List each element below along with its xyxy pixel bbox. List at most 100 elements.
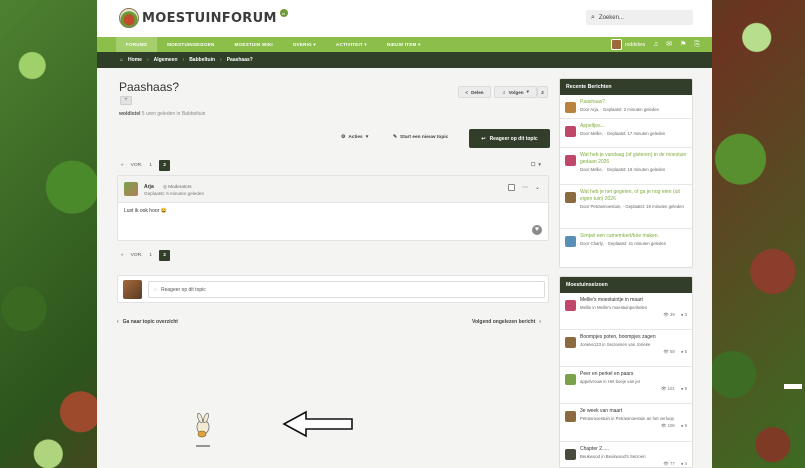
widget-heading: Recente Berichten: [560, 79, 692, 95]
like-heart-icon[interactable]: ♥: [532, 225, 542, 235]
views-value: 106: [667, 423, 675, 428]
post-role: ◎ Moderators: [163, 184, 192, 190]
list-item[interactable]: Chapter 2..... Beukwood in Beukwood's Se…: [560, 442, 692, 467]
thumbnail: [565, 449, 576, 460]
user-menu[interactable]: roddebra: [610, 39, 645, 50]
thread-author[interactable]: woldistel: [119, 111, 140, 117]
chevron-right-icon: ›: [539, 319, 541, 325]
breadcrumb-separator: ›: [182, 57, 185, 63]
list-item[interactable]: Appeltjes... Door Mellie, · Geplaatst: 1…: [560, 119, 692, 148]
list-item[interactable]: Wat heb je vandaag (of gisteren) in de m…: [560, 148, 692, 185]
breadcrumb-babbeltuin[interactable]: Babbeltuin: [189, 57, 215, 63]
season-widget: Moestuinseizoen Mellie's moestuintje in …: [559, 276, 693, 468]
user-nav: roddebra ♫ ✉ ⚑ ⎘: [610, 37, 700, 52]
comments-count: ● 3: [680, 312, 687, 317]
item-meta: Door Charly, · Geplaatst: 41 minuten gel…: [580, 241, 667, 246]
gear-icon: ⚙: [341, 135, 346, 140]
nav-forums[interactable]: FORUMS: [116, 37, 158, 52]
item-stats: 👁 77 ● 4: [580, 461, 687, 467]
prev-page-button[interactable]: VOR.: [131, 253, 143, 258]
item-title: Peer en perkel en paars: [580, 371, 634, 377]
edit-icon: ✎: [393, 135, 398, 140]
more-options-icon[interactable]: ⋯: [522, 184, 528, 191]
item-title: Appeltjes...: [580, 123, 605, 129]
follow-button[interactable]: ♫ Volgen ▾: [494, 86, 537, 98]
views-value: 101: [667, 386, 675, 391]
nav-wiki[interactable]: MOESTUIN WIKI: [225, 37, 283, 52]
current-page: 2: [159, 160, 171, 171]
quick-reply-input[interactable]: ◌ Reageer op dit topic: [148, 281, 545, 298]
logo-badge: nl: [279, 9, 288, 17]
new-topic-button[interactable]: ✎ Start een nieuw topic: [393, 135, 448, 140]
breadcrumb: ⌂ Home › Algemeen › Babbeltuin › Paashaa…: [97, 52, 712, 68]
page-link[interactable]: 1: [149, 253, 152, 258]
post-role-label: Moderators: [168, 184, 192, 189]
bookmark-icon[interactable]: ⎘: [694, 41, 700, 48]
nav-label: MOESTUIN WIKI: [234, 42, 273, 47]
chevron-down-icon[interactable]: ⌄: [535, 184, 540, 191]
shield-icon: ◎: [163, 184, 168, 189]
views-count: 👁 39: [663, 312, 675, 317]
bell-icon: ♫: [502, 89, 506, 95]
list-item[interactable]: Boompjes poten, boompjes zagen Jorieke12…: [560, 330, 692, 367]
multiselect-toggle[interactable]: ☐ ▾: [531, 163, 541, 168]
nav-label: NIEUW ITEM: [386, 42, 417, 47]
list-item[interactable]: Wat heb je net gegeten, of ga je nog ete…: [560, 185, 692, 229]
back-to-overview-link[interactable]: ‹ Ga naar topic overzicht: [117, 319, 178, 325]
share-button[interactable]: < Delen: [458, 86, 491, 98]
next-link-label: Volgend ongelezen bericht: [472, 319, 536, 325]
nav-moestuinseizoen[interactable]: MOESTUINSEIZOEN: [157, 37, 224, 52]
prev-page-button[interactable]: VOR.: [131, 163, 143, 168]
views-count: 👁 101: [660, 386, 675, 391]
avatar[interactable]: [124, 182, 138, 196]
item-meta: Jorieke123 in Seizoenen van Jorieke: [580, 342, 651, 347]
avatar: [123, 280, 142, 299]
first-page-icon[interactable]: «: [121, 253, 124, 258]
list-item[interactable]: Mellie's moestuintje in maart Mellie in …: [560, 293, 692, 330]
main-nav: FORUMS MOESTUINSEIZOEN MOESTUIN WIKI OVE…: [97, 37, 712, 52]
page-title: Paashaas?: [119, 80, 180, 94]
mail-icon[interactable]: ✉: [666, 41, 672, 48]
post-header: Arja ◎ Moderators Geplaatst: 6 minuten g…: [118, 176, 548, 203]
select-post-checkbox[interactable]: [507, 184, 515, 191]
list-item[interactable]: Peer en perkel en paars appelvrouw in He…: [560, 367, 692, 404]
thumbnail: [565, 337, 576, 348]
nav-activiteit[interactable]: ACTIVITEIT ▾: [326, 37, 377, 52]
page-link[interactable]: 1: [149, 163, 152, 168]
item-stats: 👁 39 ● 3: [580, 312, 687, 318]
comments-value: 3: [684, 312, 687, 317]
post-tools: ⋯ ⌄: [507, 184, 540, 191]
comments-value: 8: [684, 423, 687, 428]
chevron-down-icon: ▾: [538, 163, 541, 168]
item-meta: Door Arja, · Geplaatst: 2 minuten gelede…: [580, 107, 660, 112]
bell-icon[interactable]: ♫: [653, 41, 658, 48]
nav-nieuw-item[interactable]: NIEUW ITEM ▾: [377, 37, 431, 52]
add-tag-button[interactable]: +: [120, 96, 132, 105]
comments-value: 9: [684, 386, 687, 391]
actions-menu[interactable]: ⚙ Acties ▾: [341, 135, 368, 140]
first-page-icon[interactable]: «: [121, 163, 124, 168]
share-label: Delen: [471, 89, 484, 95]
next-unread-link[interactable]: Volgend ongelezen bericht ›: [472, 319, 541, 325]
list-item[interactable]: Paashaas? Door Arja, · Geplaatst: 2 minu…: [560, 95, 692, 119]
quick-reply-placeholder: Reageer op dit topic: [160, 286, 206, 293]
breadcrumb-algemeen[interactable]: Algemeen: [154, 57, 178, 63]
views-value: 39: [670, 312, 675, 317]
comments-count: ● 4: [680, 461, 687, 466]
breadcrumb-separator: ›: [146, 57, 149, 63]
nav-overig[interactable]: OVERIG ▾: [283, 37, 326, 52]
username: roddebra: [624, 41, 645, 48]
thumbnail: [565, 300, 576, 311]
reply-button[interactable]: ↩ Reageer op dit topic: [469, 129, 550, 148]
item-title: Simpel een camembert/brie maken.: [580, 233, 659, 239]
breadcrumb-current: Paashaas?: [226, 57, 253, 63]
site-logo[interactable]: MOESTUINFORUM nl: [119, 8, 288, 28]
views-count: 👁 77: [663, 461, 675, 466]
thread-meta: woldistel 5 uren geleden in Babbeltuin: [119, 111, 205, 117]
list-item[interactable]: 3e week van maart Petrasmoestuin in Petr…: [560, 404, 692, 442]
flag-icon[interactable]: ⚑: [680, 41, 686, 48]
search-input[interactable]: ⌕ Zoeken...: [586, 10, 693, 25]
breadcrumb-home[interactable]: Home: [128, 57, 142, 63]
post-author[interactable]: Arja: [144, 184, 154, 190]
list-item[interactable]: Simpel een camembert/brie maken. Door Ch…: [560, 229, 692, 255]
